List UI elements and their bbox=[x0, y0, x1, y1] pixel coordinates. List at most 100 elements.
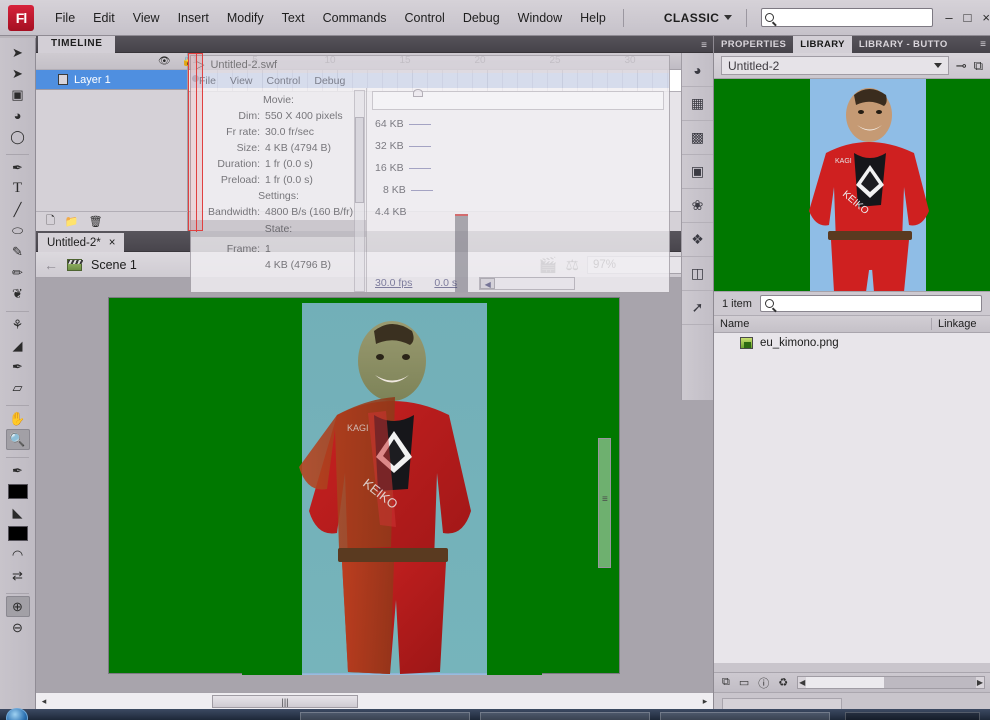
column-linkage[interactable]: Linkage bbox=[932, 318, 990, 330]
maximize-button[interactable]: □ bbox=[964, 10, 972, 25]
bone-tool[interactable]: ⚘ bbox=[6, 314, 30, 335]
menu-debug[interactable]: Debug bbox=[454, 7, 509, 29]
menu-file[interactable]: File bbox=[46, 7, 84, 29]
scroll-right-arrow-icon[interactable]: ▶ bbox=[977, 678, 983, 687]
black-and-white-button[interactable]: ◠ bbox=[6, 544, 30, 565]
bandwidth-profiler-window[interactable]: ▷ Untitled-2.swf File View Control Debug… bbox=[190, 55, 670, 293]
eye-icon[interactable]: 👁 bbox=[158, 56, 171, 67]
info-panel-icon[interactable]: ▣ bbox=[682, 155, 713, 189]
text-tool[interactable]: T bbox=[6, 178, 30, 199]
menu-help[interactable]: Help bbox=[571, 7, 615, 29]
menu-modify[interactable]: Modify bbox=[218, 7, 273, 29]
bwp-timeline-strip[interactable] bbox=[372, 89, 664, 110]
column-name[interactable]: Name bbox=[714, 318, 932, 330]
tab-timeline[interactable]: TIMELINE bbox=[38, 36, 116, 53]
menu-window[interactable]: Window bbox=[509, 7, 571, 29]
stroke-color-swatch[interactable] bbox=[6, 481, 30, 502]
new-library-panel-icon[interactable]: ⧉ bbox=[974, 58, 983, 74]
bwp-timeline-marker[interactable] bbox=[413, 89, 423, 97]
taskbar-item-1[interactable] bbox=[300, 712, 470, 720]
zoom-tool[interactable]: 🔍 bbox=[5, 429, 30, 450]
bwp-vertical-scrollbar[interactable] bbox=[354, 90, 365, 292]
close-icon[interactable]: × bbox=[109, 237, 116, 249]
stage-vertical-scrollbar[interactable] bbox=[598, 438, 611, 568]
deco-tool[interactable]: ❦ bbox=[6, 283, 30, 304]
pen-tool[interactable]: ✒ bbox=[6, 157, 30, 178]
new-folder-icon[interactable]: 📁 bbox=[65, 215, 79, 228]
paint-bucket-tool[interactable]: ◢ bbox=[6, 335, 30, 356]
tab-properties[interactable]: PROPERTIES bbox=[714, 36, 793, 53]
scroll-left-arrow-icon[interactable]: ◀ bbox=[799, 678, 805, 687]
bwp-scroll-left-arrow[interactable]: ◀ bbox=[480, 277, 496, 289]
zoom-out-button[interactable]: ⊖ bbox=[6, 617, 30, 638]
back-arrow-icon[interactable]: ← bbox=[44, 257, 58, 273]
scroll-thumb[interactable]: ||| bbox=[212, 694, 358, 708]
selection-tool[interactable]: ➤ bbox=[6, 42, 30, 63]
item-properties-button[interactable]: ⓘ bbox=[758, 675, 769, 691]
new-layer-icon[interactable]: 🗋 bbox=[46, 212, 55, 231]
tab-untitled-2[interactable]: Untitled-2* × bbox=[38, 233, 125, 252]
hand-tool[interactable]: ✋ bbox=[6, 408, 30, 429]
library-panel-menu-icon[interactable]: ≡ bbox=[980, 39, 986, 50]
library-document-select[interactable]: Untitled-2 bbox=[721, 56, 949, 75]
taskbar-tray[interactable] bbox=[845, 712, 980, 720]
flash-logo-icon[interactable]: Fl bbox=[8, 4, 34, 31]
scroll-track[interactable] bbox=[806, 677, 976, 688]
share-panel-icon[interactable]: ➚ bbox=[682, 291, 713, 325]
swap-colors-button[interactable]: ⇄ bbox=[6, 565, 30, 586]
3d-rotation-tool[interactable]: ◕ bbox=[6, 105, 30, 126]
menu-edit[interactable]: Edit bbox=[84, 7, 124, 29]
library-search-input[interactable] bbox=[759, 295, 982, 312]
bwp-menu-debug[interactable]: Debug bbox=[314, 75, 345, 87]
pencil-tool[interactable]: ✎ bbox=[6, 241, 30, 262]
scroll-left-arrow-icon[interactable]: ◂ bbox=[36, 696, 52, 707]
menu-control[interactable]: Control bbox=[396, 7, 454, 29]
scroll-track[interactable]: ||| bbox=[52, 694, 697, 708]
menu-insert[interactable]: Insert bbox=[169, 7, 218, 29]
bwp-scroll-thumb[interactable] bbox=[355, 117, 364, 203]
brush-tool[interactable]: ✏ bbox=[6, 262, 30, 283]
fill-color-tool[interactable]: ◣ bbox=[6, 502, 30, 523]
color-panel-icon[interactable]: ◕ bbox=[682, 53, 713, 87]
line-tool[interactable]: ╱ bbox=[6, 199, 30, 220]
workspace-switcher[interactable]: CLASSIC bbox=[658, 8, 738, 28]
sidebar-item-layer-1[interactable]: Layer 1 bbox=[36, 70, 187, 90]
delete-item-button[interactable]: ♻ bbox=[778, 676, 788, 689]
timeline-panel-menu-icon[interactable]: ≡ bbox=[701, 40, 707, 51]
eyedropper-tool[interactable]: ✒ bbox=[6, 356, 30, 377]
library-horizontal-scrollbar[interactable]: ◀ ▶ bbox=[797, 676, 985, 689]
bwp-horizontal-scrollbar[interactable]: ◀ bbox=[479, 276, 576, 290]
scroll-right-arrow-icon[interactable]: ▸ bbox=[697, 696, 713, 707]
stage-canvas[interactable]: KEIKO KAGI bbox=[108, 297, 620, 675]
transform-panel-icon[interactable]: ❖ bbox=[682, 223, 713, 257]
motion-editor-icon[interactable]: ❀ bbox=[682, 189, 713, 223]
bwp-menu-view[interactable]: View bbox=[230, 75, 253, 87]
subselection-tool[interactable]: ➤ bbox=[6, 63, 30, 84]
stage-horizontal-scrollbar[interactable]: ◂ ||| ▸ bbox=[36, 692, 713, 709]
eraser-tool[interactable]: ▱ bbox=[6, 377, 30, 398]
tab-library-buttons[interactable]: LIBRARY - BUTTONS.FLA bbox=[852, 36, 948, 53]
stage-area[interactable]: KEIKO KAGI bbox=[36, 278, 713, 692]
stage-artwork-kimono[interactable]: KEIKO KAGI bbox=[242, 303, 542, 675]
breadcrumb-scene[interactable]: Scene 1 bbox=[91, 258, 137, 272]
fill-color-swatch[interactable] bbox=[6, 523, 30, 544]
bwp-menu-control[interactable]: Control bbox=[267, 75, 301, 87]
menu-text[interactable]: Text bbox=[273, 7, 314, 29]
lasso-tool[interactable]: ◯ bbox=[6, 126, 30, 147]
library-panel-icon[interactable]: ◫ bbox=[682, 257, 713, 291]
menu-view[interactable]: View bbox=[124, 7, 169, 29]
search-input[interactable] bbox=[761, 8, 934, 27]
stroke-color-tool[interactable]: ✒ bbox=[6, 460, 30, 481]
tab-library[interactable]: LIBRARY bbox=[793, 36, 852, 53]
menu-commands[interactable]: Commands bbox=[314, 7, 396, 29]
align-panel-icon[interactable]: ▩ bbox=[682, 121, 713, 155]
zoom-in-button[interactable]: ⊕ bbox=[5, 596, 30, 617]
bwp-menu-file[interactable]: File bbox=[199, 75, 216, 87]
new-folder-button[interactable]: ▭ bbox=[739, 676, 749, 689]
taskbar-item-3[interactable] bbox=[660, 712, 830, 720]
new-symbol-button[interactable]: ⧉ bbox=[722, 676, 730, 689]
oval-tool[interactable]: ⬭ bbox=[6, 220, 30, 241]
delete-layer-icon[interactable]: 🗑 bbox=[89, 215, 103, 228]
minimize-button[interactable]: – bbox=[945, 10, 952, 25]
pin-library-icon[interactable]: ⊸ bbox=[956, 58, 967, 74]
